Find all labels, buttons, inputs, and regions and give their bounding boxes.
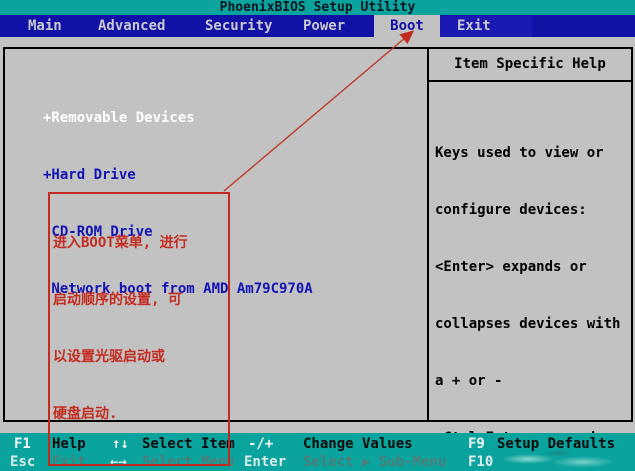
smudge-artifact — [498, 449, 618, 469]
key-enter: Enter — [244, 453, 286, 471]
tab-boot[interactable]: Boot — [374, 15, 440, 37]
help-line: Keys used to view or — [435, 144, 629, 163]
help-line: a + or - — [435, 372, 629, 391]
help-line: configure devices: — [435, 201, 629, 220]
key-f10: F10 — [468, 453, 493, 471]
tab-exit[interactable]: Exit — [457, 15, 491, 37]
annotation-line: 硬盘启动. — [53, 405, 225, 424]
window-title: PhoenixBIOS Setup Utility — [0, 0, 635, 15]
tab-security[interactable]: Security — [205, 15, 272, 37]
bios-screen: PhoenixBIOS Setup Utility Main Advanced … — [0, 0, 635, 471]
boot-device-removable[interactable]: +Removable Devices — [43, 109, 313, 128]
key-f1: F1 — [14, 435, 31, 454]
label-select-submenu: Select ▶ Sub-Menu — [303, 453, 446, 471]
help-text: Keys used to view or configure devices: … — [435, 106, 629, 471]
label-change-values: Change Values — [303, 435, 413, 454]
help-line: collapses devices with — [435, 315, 629, 334]
help-panel-title: Item Specific Help — [429, 49, 631, 82]
help-line: <Enter> expands or — [435, 258, 629, 277]
annotation-box: 进入BOOT菜单, 进行 启动顺序的设置, 可 以设置光驱启动或 硬盘启动. — [48, 192, 230, 466]
help-panel-divider — [427, 49, 429, 420]
boot-device-hard-drive[interactable]: +Hard Drive — [43, 166, 313, 185]
annotation-line: 进入BOOT菜单, 进行 — [53, 234, 225, 253]
annotation-line: 启动顺序的设置, 可 — [53, 291, 225, 310]
tab-main[interactable]: Main — [28, 15, 62, 37]
key-minus-plus: -/+ — [248, 435, 273, 454]
annotation-line: 以设置光驱启动或 — [53, 348, 225, 367]
key-esc: Esc — [10, 453, 35, 471]
tab-power[interactable]: Power — [303, 15, 345, 37]
key-f9: F9 — [468, 435, 485, 454]
menu-bar: Main Advanced Security Power Boot Exit — [0, 15, 635, 37]
tab-advanced[interactable]: Advanced — [98, 15, 165, 37]
